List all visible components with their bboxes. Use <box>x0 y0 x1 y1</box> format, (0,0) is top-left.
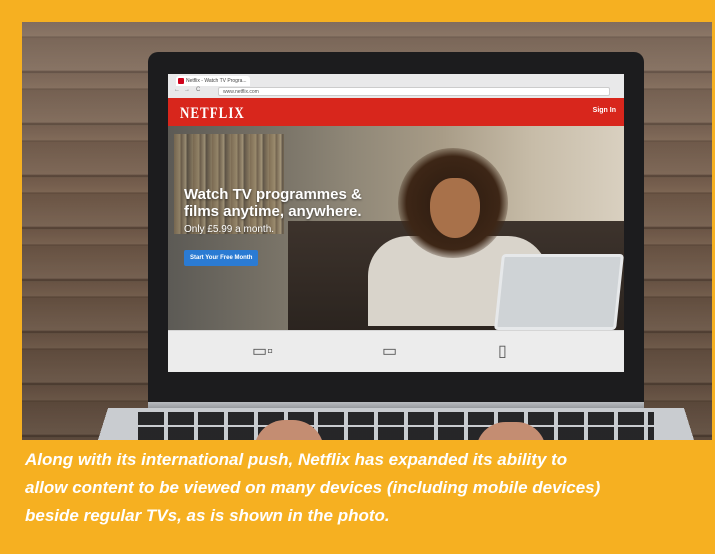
phone-icon: ▯ <box>498 343 507 360</box>
price-text: Only £5.99 a month. <box>184 224 275 235</box>
photo-caption: Along with its international push, Netfl… <box>25 446 705 530</box>
caption-line-3: beside regular TVs, as is shown in the p… <box>25 506 390 525</box>
netflix-favicon-icon <box>178 78 184 84</box>
tablet-device <box>494 254 624 330</box>
sign-in-button[interactable]: Sign In <box>593 107 616 114</box>
url-bar[interactable]: www.netflix.com <box>218 87 610 96</box>
forward-icon[interactable]: → <box>184 87 190 93</box>
laptop-tablet-icon: ▭▫ <box>252 343 273 360</box>
browser-chrome: Netflix - Watch TV Progra... ← → C www.n… <box>168 74 624 99</box>
back-icon[interactable]: ← <box>174 87 180 93</box>
caption-line-1: Along with its international push, Netfl… <box>25 450 568 469</box>
devices-bar: ▭▫ ▭ ▯ <box>168 330 624 372</box>
hero-banner: Watch TV programmes & films anytime, any… <box>168 126 624 331</box>
tv-icon: ▭ <box>382 343 398 360</box>
magazine-frame: Netflix - Watch TV Progra... ← → C www.n… <box>0 0 715 554</box>
tab-title: Netflix - Watch TV Progra... <box>186 78 247 84</box>
browser-tab[interactable]: Netflix - Watch TV Progra... <box>176 76 250 86</box>
reload-icon[interactable]: C <box>196 87 200 93</box>
keyboard-row-gap <box>138 425 654 427</box>
headline-line-2: films anytime, anywhere. <box>184 203 362 220</box>
headline-line-1: Watch TV programmes & <box>184 186 362 203</box>
start-free-month-button[interactable]: Start Your Free Month <box>184 250 259 266</box>
hero-headline: Watch TV programmes & films anytime, any… <box>184 186 414 220</box>
netflix-header: NETFLIX Sign In <box>168 98 624 126</box>
netflix-logo[interactable]: NETFLIX <box>180 103 245 123</box>
caption-line-2: allow content to be viewed on many devic… <box>25 478 601 497</box>
laptop-screen: Netflix - Watch TV Progra... ← → C www.n… <box>168 74 624 372</box>
woman-face <box>430 178 480 238</box>
laptop-photo: Netflix - Watch TV Progra... ← → C www.n… <box>22 22 712 440</box>
